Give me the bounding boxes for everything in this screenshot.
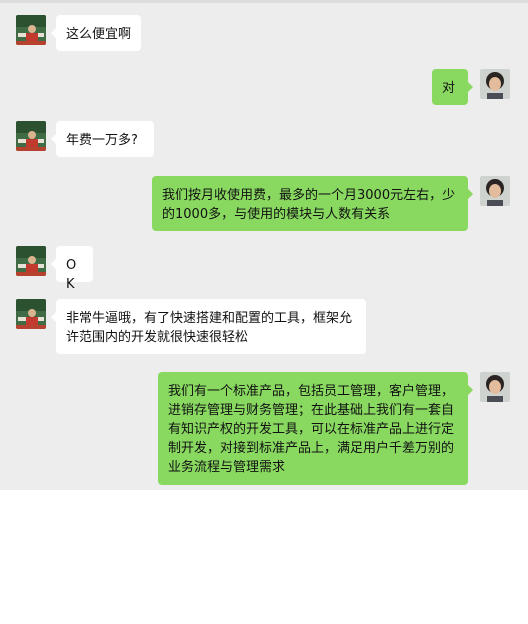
- outgoing-message[interactable]: 我们有一个标准产品，包括员工管理，客户管理，进销存管理与财务管理；在此基础上我们…: [158, 372, 473, 485]
- contact-avatar[interactable]: [16, 299, 46, 329]
- self-avatar[interactable]: [480, 176, 510, 206]
- contact-avatar[interactable]: [16, 246, 46, 276]
- contact-avatar[interactable]: [16, 15, 46, 45]
- outgoing-message[interactable]: 我们按月收使用费，最多的一个月3000元左右，少的1000多，与使用的模块与人数…: [152, 176, 473, 231]
- outgoing-message[interactable]: 对: [432, 69, 473, 105]
- incoming-message[interactable]: 这么便宜啊: [51, 15, 141, 51]
- incoming-message[interactable]: OK: [51, 246, 93, 292]
- self-avatar[interactable]: [480, 69, 510, 99]
- contact-avatar[interactable]: [16, 121, 46, 151]
- incoming-message[interactable]: 年费一万多?: [51, 121, 154, 157]
- incoming-message[interactable]: 非常牛逼哦，有了快速搭建和配置的工具，框架允许范围内的开发就很快速很轻松: [51, 299, 366, 354]
- chat-area: 这么便宜啊 对 年费一万多? 我们按月收使用费，最多的一个月3000元左右，少的…: [0, 0, 528, 490]
- self-avatar[interactable]: [480, 372, 510, 402]
